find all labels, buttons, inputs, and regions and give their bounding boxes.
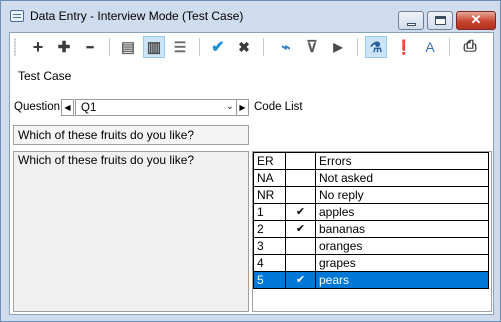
run-icon: ▶ [333, 40, 343, 54]
code-value: 1 [253, 203, 286, 221]
question-label: Question [14, 101, 61, 113]
checkmark-icon[interactable]: ✔ [285, 271, 316, 289]
document-label: Test Case [18, 69, 72, 83]
code-value: NR [253, 186, 286, 204]
code-check[interactable] [285, 186, 316, 204]
code-label: apples [315, 203, 489, 221]
run-button[interactable]: ▶ [327, 36, 349, 58]
next-question-button[interactable]: ▶ [236, 99, 249, 116]
code-value: NA [253, 169, 286, 187]
window-title: Data Entry - Interview Mode (Test Case) [30, 9, 244, 23]
code-label: Not asked [315, 169, 489, 187]
question-select[interactable]: Q1 ⌄ [75, 99, 240, 116]
spellcheck-icon: A [425, 39, 435, 55]
code-value: 3 [253, 237, 286, 255]
code-row[interactable]: NR No reply [253, 186, 489, 204]
filter-button[interactable]: ⊽ [301, 36, 323, 58]
print-icon: ⎙ [463, 38, 477, 55]
clear-icon: ⌁ [281, 39, 291, 56]
code-label: oranges [315, 237, 489, 255]
code-row-selected[interactable]: 5 ✔ pears [253, 271, 489, 289]
code-value: 2 [253, 220, 286, 238]
code-label: bananas [315, 220, 489, 238]
code-check[interactable] [285, 169, 316, 187]
chevron-left-icon: ◀ [64, 103, 71, 112]
question-detail-panel[interactable]: Which of these fruits do you like? [13, 151, 249, 312]
code-value: ER [253, 152, 286, 170]
checkmark-icon[interactable]: ✔ [285, 203, 316, 221]
code-row[interactable]: 3 oranges [253, 237, 489, 255]
code-label: Errors [315, 152, 489, 170]
question-text-field[interactable]: Which of these fruits do you like? [13, 125, 249, 145]
reject-button[interactable]: ✖ [233, 36, 255, 58]
remove-icon: ━ [86, 41, 94, 54]
toolbar-separator [449, 38, 450, 56]
data-entry-window: Data Entry - Interview Mode (Test Case) … [0, 0, 501, 322]
toolbar: + ✚ ━ ▤ ▥ ☰ ✔ ✖ ⌁ ⊽ ▶ ⚗ ❗ A ⎙ [10, 33, 493, 61]
code-row[interactable]: 2 ✔ bananas [253, 220, 489, 238]
accept-button[interactable]: ✔ [207, 36, 229, 58]
code-value: 4 [253, 254, 286, 272]
add-multiple-icon: ✚ [57, 39, 71, 56]
code-row[interactable]: NA Not asked [253, 169, 489, 187]
error-icon: ❗ [395, 38, 413, 55]
list-view-icon: ☰ [173, 38, 187, 55]
code-row[interactable]: 1 ✔ apples [253, 203, 489, 221]
split-view-button[interactable]: ▥ [143, 36, 165, 58]
code-row[interactable]: ER Errors [253, 152, 489, 170]
maximize-icon [435, 16, 446, 25]
split-view-icon: ▥ [146, 39, 162, 56]
spellcheck-button[interactable]: A [419, 36, 441, 58]
close-button[interactable]: ✕ [456, 11, 496, 30]
error-button[interactable]: ❗ [393, 36, 415, 58]
add-button[interactable]: + [27, 36, 49, 58]
code-row[interactable]: 4 grapes [253, 254, 489, 272]
form-view-icon: ▤ [120, 39, 136, 56]
client-area: + ✚ ━ ▤ ▥ ☰ ✔ ✖ ⌁ ⊽ ▶ ⚗ ❗ A ⎙ Test Case … [9, 32, 494, 315]
filter-icon: ⊽ [306, 39, 318, 56]
previous-question-button[interactable]: ◀ [61, 99, 74, 116]
minimize-icon [407, 23, 416, 26]
reject-icon: ✖ [238, 38, 250, 55]
title-bar[interactable]: Data Entry - Interview Mode (Test Case) … [1, 1, 500, 31]
code-value: 5 [253, 271, 286, 289]
chevron-right-icon: ▶ [239, 103, 246, 112]
checkmark-icon[interactable]: ✔ [285, 220, 316, 238]
code-list-table: ER Errors NA Not asked NR No reply 1 ✔ a… [253, 152, 489, 289]
test-icon: ⚗ [369, 38, 383, 55]
code-check[interactable] [285, 254, 316, 272]
toolbar-separator [109, 38, 110, 56]
code-check[interactable] [285, 237, 316, 255]
add-multiple-button[interactable]: ✚ [53, 36, 75, 58]
code-label: grapes [315, 254, 489, 272]
test-button[interactable]: ⚗ [365, 36, 387, 58]
window-icon [10, 10, 24, 22]
chevron-down-icon: ⌄ [225, 101, 234, 112]
toolbar-separator [357, 38, 358, 56]
toolbar-grip[interactable] [14, 38, 16, 56]
minimize-button[interactable] [398, 11, 424, 30]
code-check[interactable] [285, 152, 316, 170]
list-view-button[interactable]: ☰ [169, 36, 191, 58]
form-view-button[interactable]: ▤ [117, 36, 139, 58]
toolbar-separator [199, 38, 200, 56]
accept-icon: ✔ [211, 39, 225, 56]
print-button[interactable]: ⎙ [459, 36, 481, 58]
add-icon: + [32, 36, 44, 57]
code-label: No reply [315, 186, 489, 204]
code-label: pears [315, 271, 489, 289]
close-icon: ✕ [470, 12, 482, 27]
remove-button[interactable]: ━ [79, 36, 101, 58]
question-select-value: Q1 [81, 102, 97, 114]
toolbar-separator [263, 38, 264, 56]
code-list-panel: ER Errors NA Not asked NR No reply 1 ✔ a… [252, 151, 492, 312]
code-list-label: Code List [254, 101, 303, 113]
maximize-button[interactable] [427, 11, 453, 30]
clear-button[interactable]: ⌁ [275, 36, 297, 58]
